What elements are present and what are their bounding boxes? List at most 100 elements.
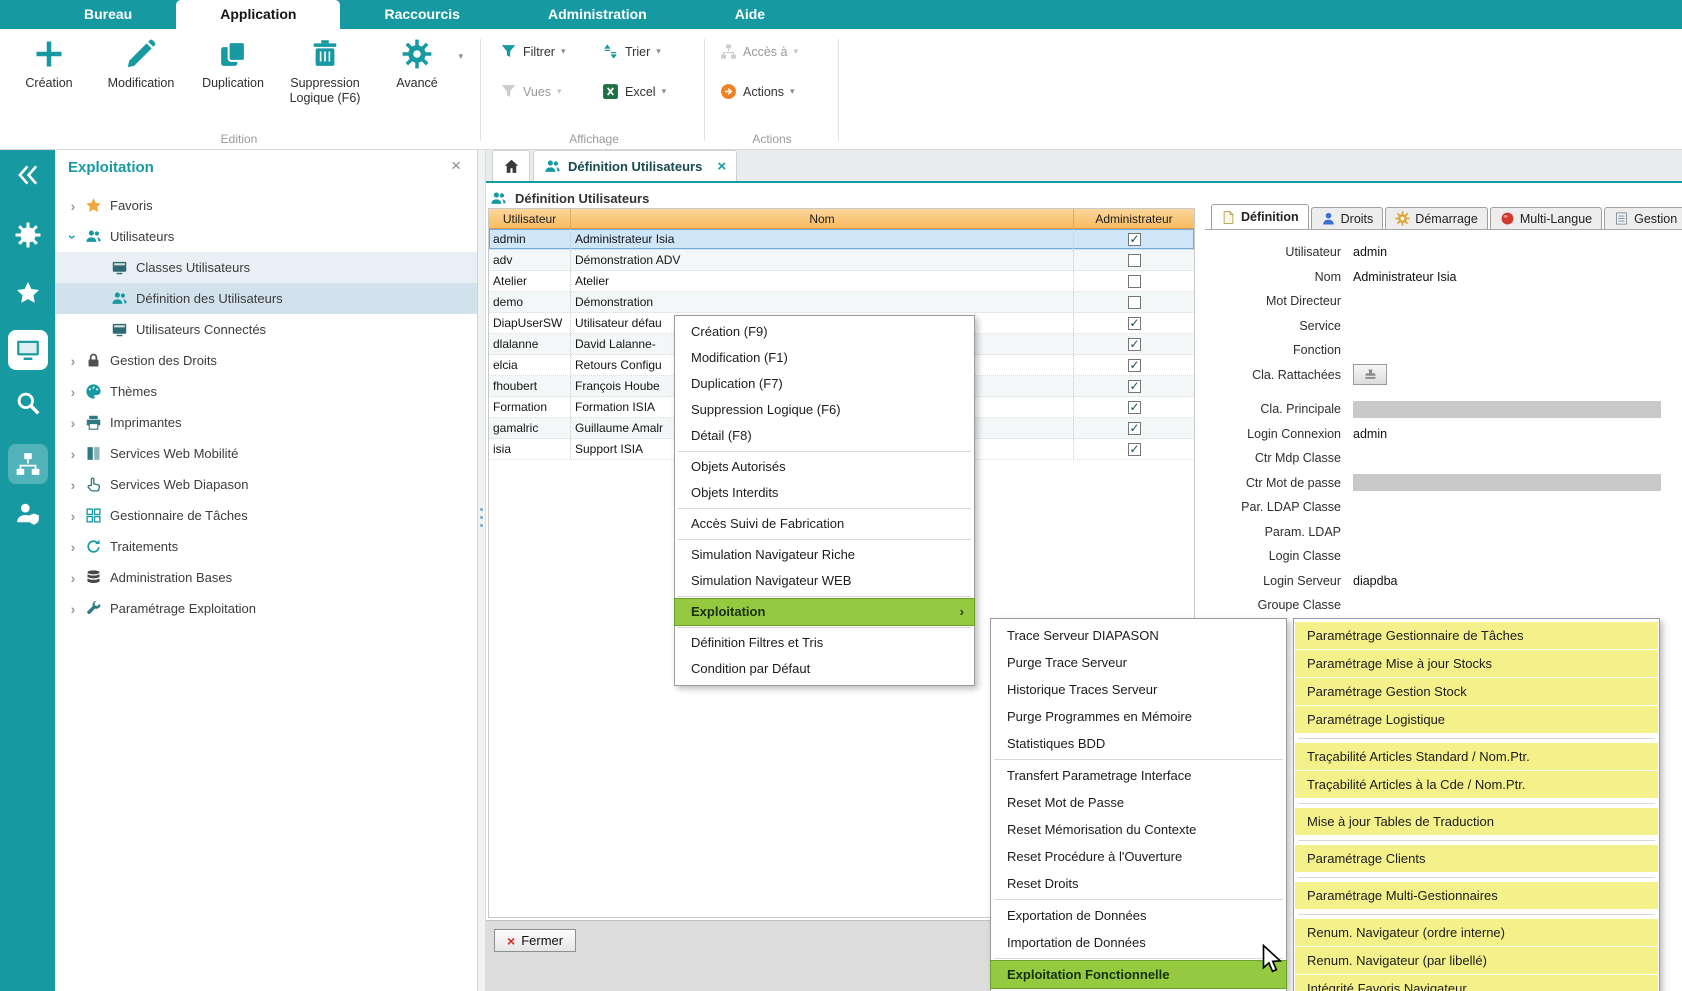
menu-administration[interactable]: Administration xyxy=(504,0,691,29)
menu-item-reset-droits[interactable]: Reset Droits xyxy=(991,870,1286,897)
menu-item-exploitation[interactable]: Exploitation› xyxy=(675,599,974,625)
column-header-utilisateur[interactable]: Utilisateur xyxy=(489,209,571,228)
expand-arrow-icon[interactable]: › xyxy=(65,570,81,586)
ribbon-button-trier[interactable]: Trier▾ xyxy=(602,43,661,60)
expand-arrow-icon[interactable]: › xyxy=(65,353,81,369)
menu-item-parametrage-gestionnaire-de-taches[interactable]: Paramétrage Gestionnaire de Tâches xyxy=(1295,622,1658,649)
expand-arrow-icon[interactable]: › xyxy=(65,415,81,431)
expand-arrow-icon[interactable]: › xyxy=(65,446,81,462)
field-value[interactable]: diapdba xyxy=(1353,574,1398,588)
tree-item-favoris[interactable]: ›Favoris xyxy=(55,190,477,221)
menu-item-purge-trace-serveur[interactable]: Purge Trace Serveur xyxy=(991,649,1286,676)
sitemap-icon[interactable] xyxy=(8,444,48,484)
table-row-demo[interactable]: demoDémonstration xyxy=(489,292,1194,313)
menu-application[interactable]: Application xyxy=(176,0,340,29)
menu-item-acces-suivi-de-fabrication[interactable]: Accès Suivi de Fabrication xyxy=(675,511,974,537)
menu-item-simulation-navigateur-riche[interactable]: Simulation Navigateur Riche xyxy=(675,542,974,568)
ribbon-button-suppression-logique-f6[interactable]: Suppression Logique (F6) xyxy=(282,39,368,106)
tree-item-themes[interactable]: ›Thèmes xyxy=(55,376,477,407)
ribbon-button-avance[interactable]: Avancé▾ xyxy=(374,39,460,106)
tree-item-utilisateurs[interactable]: ›Utilisateurs xyxy=(55,221,477,252)
expand-arrow-icon[interactable]: › xyxy=(65,508,81,524)
menu-aide[interactable]: Aide xyxy=(691,0,809,29)
collapse-icon[interactable] xyxy=(15,162,41,188)
menu-item-condition-par-defaut[interactable]: Condition par Défaut xyxy=(675,656,974,682)
expand-arrow-icon[interactable]: › xyxy=(65,384,81,400)
tree-item-gestion-des-droits[interactable]: ›Gestion des Droits xyxy=(55,345,477,376)
menu-item-renum-navigateur-par-libelle[interactable]: Renum. Navigateur (par libellé) xyxy=(1295,947,1658,974)
menu-item-trace-serveur-diapason[interactable]: Trace Serveur DIAPASON xyxy=(991,622,1286,649)
menu-item-transfert-parametrage-interface[interactable]: Transfert Parametrage Interface xyxy=(991,762,1286,789)
admin-checkbox[interactable] xyxy=(1128,296,1141,309)
menu-item-duplication-f7[interactable]: Duplication (F7) xyxy=(675,371,974,397)
ribbon-button-excel[interactable]: Excel▾ xyxy=(602,83,666,100)
ribbon-button-modification[interactable]: Modification xyxy=(98,39,184,106)
expand-arrow-icon[interactable]: › xyxy=(65,229,81,245)
fermer-button[interactable]: × Fermer xyxy=(494,929,576,952)
admin-checkbox[interactable] xyxy=(1128,443,1141,456)
menu-item-purge-programmes-en-memoire[interactable]: Purge Programmes en Mémoire xyxy=(991,703,1286,730)
menu-item-simulation-navigateur-web[interactable]: Simulation Navigateur WEB xyxy=(675,568,974,594)
ribbon-button-creation[interactable]: Création xyxy=(6,39,92,106)
expand-arrow-icon[interactable]: › xyxy=(65,198,81,214)
menu-item-historique-traces-serveur[interactable]: Historique Traces Serveur xyxy=(991,676,1286,703)
table-row-admin[interactable]: adminAdministrateur Isia xyxy=(489,229,1194,250)
tree-item-administration-bases[interactable]: ›Administration Bases xyxy=(55,562,477,593)
ribbon-button-duplication[interactable]: Duplication xyxy=(190,39,276,106)
menu-item-statistiques-bdd[interactable]: Statistiques BDD xyxy=(991,730,1286,757)
table-row-adv[interactable]: advDémonstration ADV xyxy=(489,250,1194,271)
tree-item-gestionnaire-de-taches[interactable]: ›Gestionnaire de Tâches xyxy=(55,500,477,531)
expand-arrow-icon[interactable]: › xyxy=(65,539,81,555)
detail-tab-multi-langue[interactable]: Multi-Langue xyxy=(1490,207,1602,229)
tree-item-imprimantes[interactable]: ›Imprimantes xyxy=(55,407,477,438)
admin-checkbox[interactable] xyxy=(1128,233,1141,246)
menu-item-reset-memorisation-du-contexte[interactable]: Reset Mémorisation du Contexte xyxy=(991,816,1286,843)
tree-item-utilisateurs-connectes[interactable]: Utilisateurs Connectés xyxy=(55,314,477,345)
admin-checkbox[interactable] xyxy=(1128,338,1141,351)
menu-item-tracabilite-articles-standard-nom-ptr[interactable]: Traçabilité Articles Standard / Nom.Ptr. xyxy=(1295,743,1658,770)
menu-bureau[interactable]: Bureau xyxy=(40,0,176,29)
field-value[interactable]: Administrateur Isia xyxy=(1353,270,1457,284)
menu-raccourcis[interactable]: Raccourcis xyxy=(340,0,503,29)
menu-item-renum-navigateur-ordre-interne[interactable]: Renum. Navigateur (ordre interne) xyxy=(1295,919,1658,946)
tree-item-services-web-mobilite[interactable]: ›Services Web Mobilité xyxy=(55,438,477,469)
panel-splitter[interactable] xyxy=(478,150,486,991)
gear-icon[interactable] xyxy=(15,222,41,248)
monitor-icon[interactable] xyxy=(8,330,48,370)
tree-item-classes-utilisateurs[interactable]: Classes Utilisateurs xyxy=(55,252,477,283)
user-shield-icon[interactable] xyxy=(15,500,41,526)
star-icon[interactable] xyxy=(15,280,41,306)
admin-checkbox[interactable] xyxy=(1128,380,1141,393)
menu-item-creation-f9[interactable]: Création (F9) xyxy=(675,319,974,345)
menu-item-suppression-logique-f6[interactable]: Suppression Logique (F6) xyxy=(675,397,974,423)
menu-item-detail-f8[interactable]: Détail (F8) xyxy=(675,423,974,449)
admin-checkbox[interactable] xyxy=(1128,317,1141,330)
ribbon-button-filtrer[interactable]: Filtrer▾ xyxy=(500,43,565,60)
menu-item-objets-autorises[interactable]: Objets Autorisés xyxy=(675,454,974,480)
ribbon-button-actions[interactable]: Actions▾ xyxy=(720,83,795,100)
sidebar-close-icon[interactable]: × xyxy=(451,156,461,176)
detail-tab-definition[interactable]: Définition xyxy=(1211,204,1309,229)
expand-arrow-icon[interactable]: › xyxy=(65,601,81,617)
table-row-atelier[interactable]: AtelierAtelier xyxy=(489,271,1194,292)
tab-home[interactable] xyxy=(492,150,530,181)
tab-close-icon[interactable]: × xyxy=(717,158,726,175)
column-header-administrateur[interactable]: Administrateur xyxy=(1074,209,1194,228)
admin-checkbox[interactable] xyxy=(1128,275,1141,288)
menu-item-parametrage-mise-a-jour-stocks[interactable]: Paramétrage Mise à jour Stocks xyxy=(1295,650,1658,677)
menu-item-integrite-favoris-navigateur[interactable]: Intégrité Favoris Navigateur xyxy=(1295,975,1658,991)
tab-definition-utilisateurs[interactable]: Définition Utilisateurs × xyxy=(533,150,737,181)
menu-item-tracabilite-articles-a-la-cde-nom-ptr[interactable]: Traçabilité Articles à la Cde / Nom.Ptr. xyxy=(1295,771,1658,798)
admin-checkbox[interactable] xyxy=(1128,359,1141,372)
menu-item-parametrage-clients[interactable]: Paramétrage Clients xyxy=(1295,845,1658,872)
tree-item-traitements[interactable]: ›Traitements xyxy=(55,531,477,562)
menu-item-exportation-de-donnees[interactable]: Exportation de Données xyxy=(991,902,1286,929)
menu-item-definition-filtres-et-tris[interactable]: Définition Filtres et Tris xyxy=(675,630,974,656)
menu-item-modification-f1[interactable]: Modification (F1) xyxy=(675,345,974,371)
detail-tab-droits[interactable]: Droits xyxy=(1311,207,1384,229)
cla-rattachees-button[interactable] xyxy=(1353,364,1387,385)
menu-item-parametrage-gestion-stock[interactable]: Paramétrage Gestion Stock xyxy=(1295,678,1658,705)
menu-item-importation-de-donnees[interactable]: Importation de Données xyxy=(991,929,1286,956)
menu-item-objets-interdits[interactable]: Objets Interdits xyxy=(675,480,974,506)
detail-tab-gestion[interactable]: Gestion xyxy=(1604,207,1682,229)
